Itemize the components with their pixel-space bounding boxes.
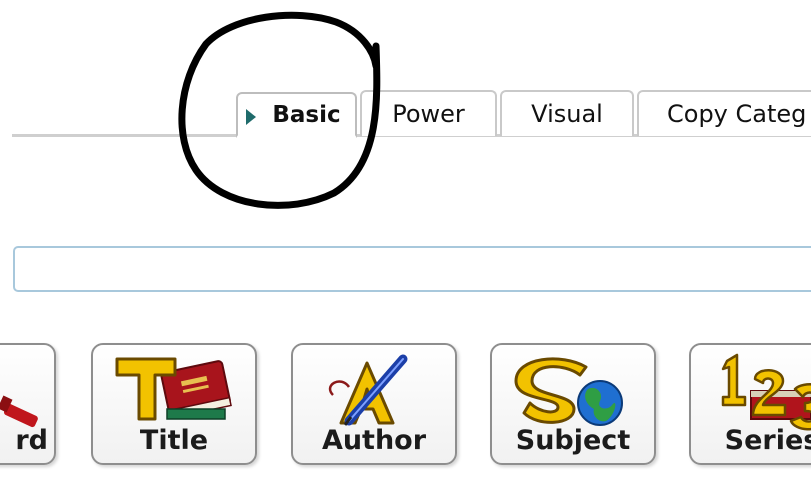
tab-copy-category[interactable]: Copy Categ — [637, 90, 811, 136]
author-search-button[interactable]: Author — [291, 343, 457, 465]
title-search-button[interactable]: Title — [91, 343, 257, 465]
tab-copy-category-label: Copy Categ — [667, 100, 807, 128]
tab-basic-label: Basic — [272, 101, 341, 128]
tab-basic[interactable]: Basic — [236, 92, 357, 138]
tab-visual-label: Visual — [531, 100, 603, 128]
active-tab-arrow-icon — [246, 109, 256, 125]
tab-power-label: Power — [392, 100, 465, 128]
keyword-search-label: rd — [15, 425, 48, 456]
subject-search-button[interactable]: Subject — [490, 343, 656, 465]
series-search-label: Series — [724, 425, 811, 456]
search-page: Basic Power Visual Copy Categ rd Title A… — [0, 0, 811, 481]
title-search-label: Title — [139, 425, 209, 456]
tab-power[interactable]: Power — [360, 90, 497, 136]
tab-visual[interactable]: Visual — [500, 90, 634, 136]
author-search-label: Author — [321, 425, 427, 456]
search-input[interactable] — [13, 246, 811, 292]
keyword-search-button[interactable]: rd — [0, 343, 56, 465]
series-search-button[interactable]: Series — [689, 343, 811, 465]
subject-search-label: Subject — [515, 425, 631, 456]
